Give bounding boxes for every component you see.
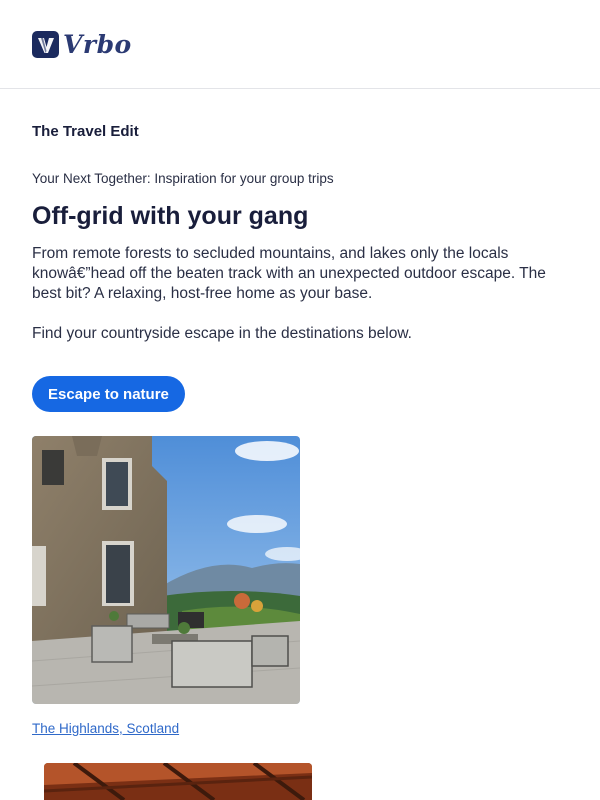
destination-link-highlands[interactable]: The Highlands, Scotland <box>32 721 179 736</box>
destination-photo-highlands[interactable] <box>32 436 300 704</box>
intro-paragraph: From remote forests to secluded mountain… <box>32 245 546 302</box>
email-header: Vrbo <box>0 0 600 89</box>
section-label: The Travel Edit <box>32 123 139 140</box>
intro-paragraph-2: Find your countryside escape in the dest… <box>32 325 412 342</box>
vrbo-wordmark: Vrbo <box>63 30 132 59</box>
vrbo-logo[interactable]: Vrbo <box>32 31 132 58</box>
kicker-text: Your Next Together: Inspiration for your… <box>32 171 334 186</box>
vrbo-logo-mark-icon <box>32 31 59 58</box>
headline: Off-grid with your gang <box>32 202 309 230</box>
destination-photo-next[interactable] <box>44 763 312 800</box>
escape-to-nature-button[interactable]: Escape to nature <box>32 376 185 412</box>
